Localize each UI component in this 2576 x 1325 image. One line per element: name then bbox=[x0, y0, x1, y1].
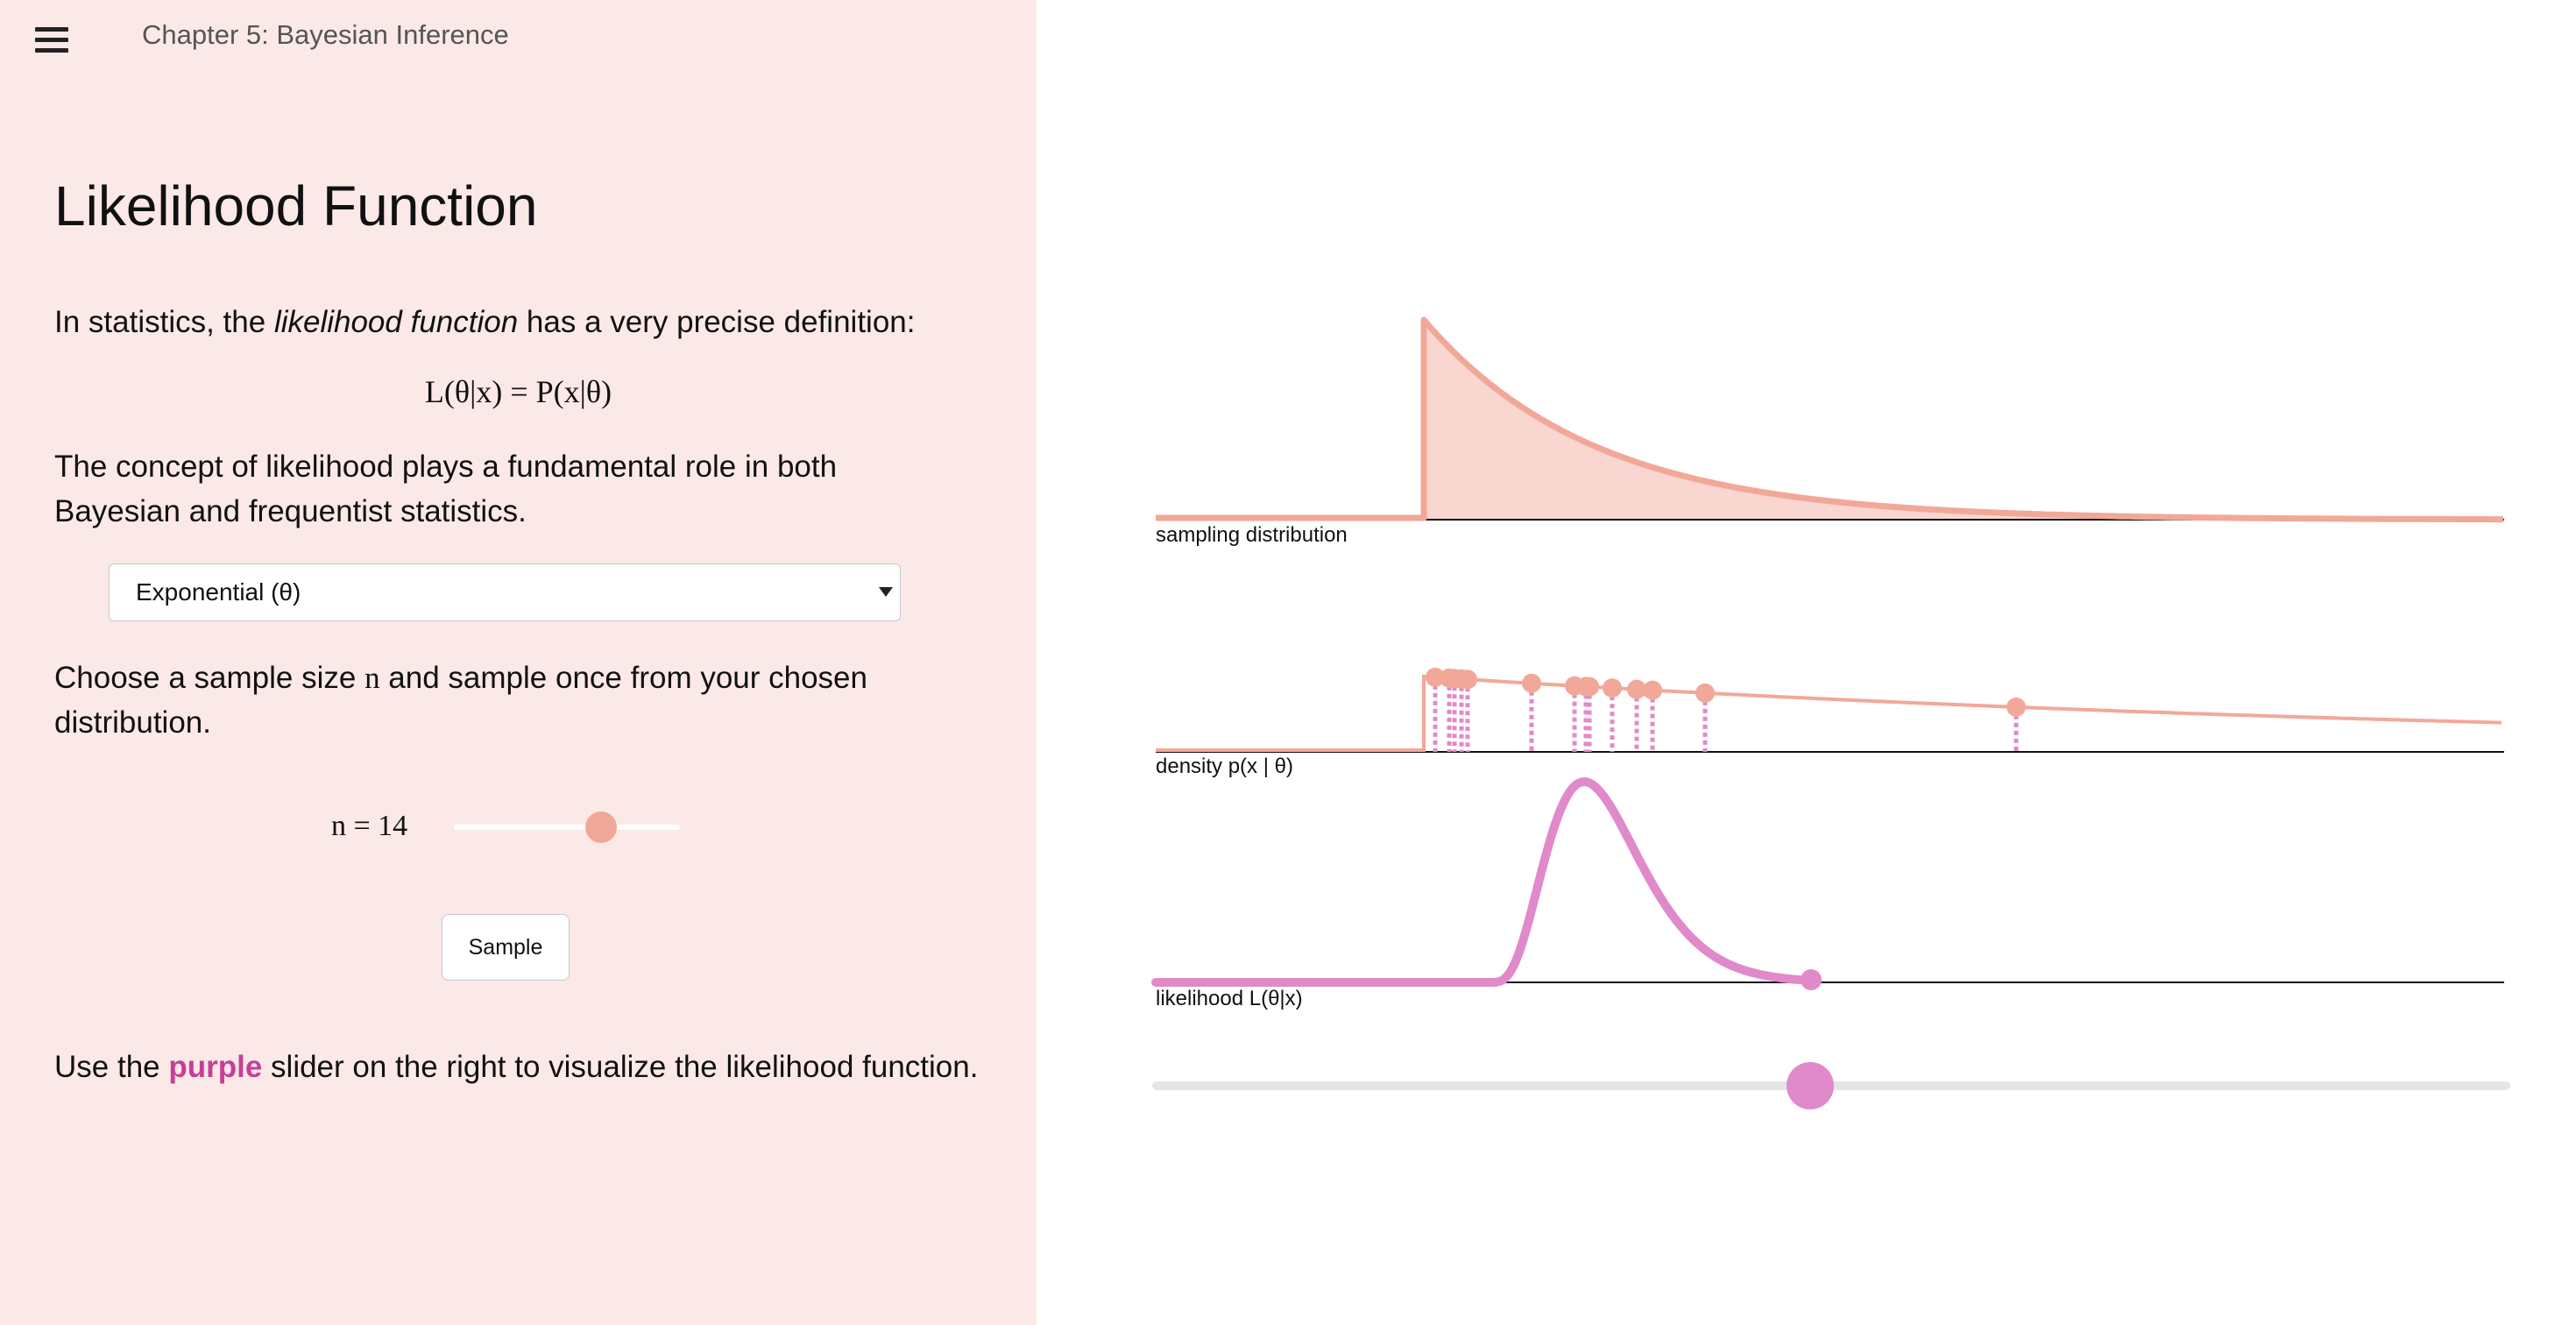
theta-slider-thumb[interactable] bbox=[1787, 1062, 1834, 1109]
sample-point bbox=[1603, 678, 1622, 698]
sample-point bbox=[1580, 677, 1599, 697]
sampling-distribution-area bbox=[1424, 320, 2504, 520]
sample-point bbox=[1522, 673, 1541, 693]
sample-point bbox=[1445, 669, 1464, 689]
sample-point bbox=[1695, 683, 1715, 703]
density-chart bbox=[1156, 667, 2504, 753]
sampling-distribution-curve bbox=[1156, 316, 2503, 523]
likelihood-chart bbox=[1151, 777, 2504, 990]
sample-point bbox=[2006, 697, 2026, 717]
density-label: density p(x | θ) bbox=[1156, 755, 1293, 778]
density-curve bbox=[1156, 674, 2502, 752]
sampling-distribution-label: sampling distribution bbox=[1156, 523, 1348, 547]
sample-point bbox=[1643, 680, 1662, 700]
sampling-distribution-chart bbox=[1156, 316, 2504, 523]
likelihood-curve bbox=[1151, 777, 1815, 987]
likelihood-label: likelihood L(θ|x) bbox=[1156, 987, 1303, 1010]
visualization-canvas bbox=[1151, 316, 2504, 990]
likelihood-marker bbox=[1801, 969, 1822, 990]
